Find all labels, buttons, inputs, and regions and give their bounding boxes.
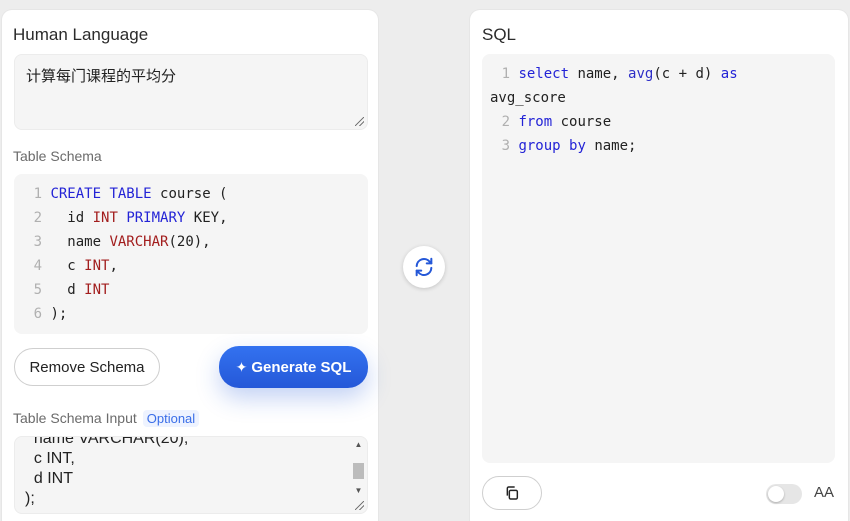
- scroll-down-icon[interactable]: ▼: [352, 485, 365, 497]
- code-line: 1 select name, avg(c + d) as: [482, 62, 738, 86]
- table-schema-label: Table Schema: [13, 148, 102, 164]
- left-panel: Human Language 计算每门课程的平均分 Table Schema 1…: [2, 10, 378, 521]
- code-line: 2 id INT PRIMARY KEY,: [14, 206, 228, 230]
- line-number: 1: [33, 186, 42, 202]
- schema-input-line: d INT: [25, 470, 74, 487]
- line-number: 6: [33, 306, 42, 322]
- schema-input-line: c INT,: [25, 450, 75, 467]
- line-number: 4: [33, 258, 42, 274]
- resize-grip-icon[interactable]: [355, 117, 364, 126]
- table-schema-input-title: Table Schema Input: [13, 410, 137, 426]
- code-line: 3 name VARCHAR(20),: [14, 230, 211, 254]
- table-schema-code: 1 CREATE TABLE course ( 2 id INT PRIMARY…: [14, 174, 368, 334]
- code-line: 1 CREATE TABLE course (: [14, 182, 228, 206]
- right-panel: SQL 1 select name, avg(c + d) as avg_sco…: [470, 10, 848, 521]
- toggle-knob: [768, 486, 784, 502]
- human-language-input[interactable]: 计算每门课程的平均分: [14, 54, 368, 130]
- table-schema-input-label: Table Schema Input Optional: [13, 410, 200, 427]
- line-number: 2: [33, 210, 42, 226]
- generate-sql-label: Generate SQL: [251, 358, 352, 376]
- remove-schema-button[interactable]: Remove Schema: [14, 348, 160, 386]
- scroll-up-icon[interactable]: ▲: [352, 439, 365, 451]
- line-number: 5: [33, 282, 42, 298]
- sql-title: SQL: [482, 25, 517, 44]
- schema-input-line: );: [25, 490, 35, 507]
- sparkle-icon: ✦: [235, 358, 248, 375]
- human-language-title: Human Language: [13, 25, 149, 44]
- line-number: 1: [501, 66, 510, 82]
- copy-icon: [506, 486, 519, 500]
- optional-badge: Optional: [142, 410, 200, 427]
- generate-sql-button[interactable]: ✦ Generate SQL: [219, 346, 368, 388]
- schema-input-line: name VARCHAR(20),: [25, 436, 189, 447]
- line-number: 3: [501, 138, 510, 154]
- code-line: 3 group by name;: [482, 134, 637, 158]
- code-line: 4 c INT,: [14, 254, 118, 278]
- code-line: avg_score: [490, 90, 566, 106]
- scroll-thumb[interactable]: [353, 463, 364, 479]
- code-line: 6 );: [14, 302, 68, 326]
- code-line: 5 d INT: [14, 278, 110, 302]
- swap-arrows-icon: [415, 257, 433, 277]
- table-schema-input[interactable]: name VARCHAR(20), c INT, d INT ); ▲ ▼: [14, 436, 368, 514]
- copy-button[interactable]: [482, 476, 542, 510]
- font-size-toggle[interactable]: [766, 484, 802, 504]
- human-language-input-value: 计算每门课程的平均分: [26, 67, 177, 85]
- aa-label: AA: [814, 484, 835, 501]
- swap-button[interactable]: [403, 246, 445, 288]
- line-number: 2: [501, 114, 510, 130]
- sql-output-code: 1 select name, avg(c + d) as avg_score 2…: [482, 54, 835, 463]
- code-line: 2 from course: [482, 110, 612, 134]
- line-number: 3: [33, 234, 42, 250]
- resize-grip-icon[interactable]: [355, 501, 364, 510]
